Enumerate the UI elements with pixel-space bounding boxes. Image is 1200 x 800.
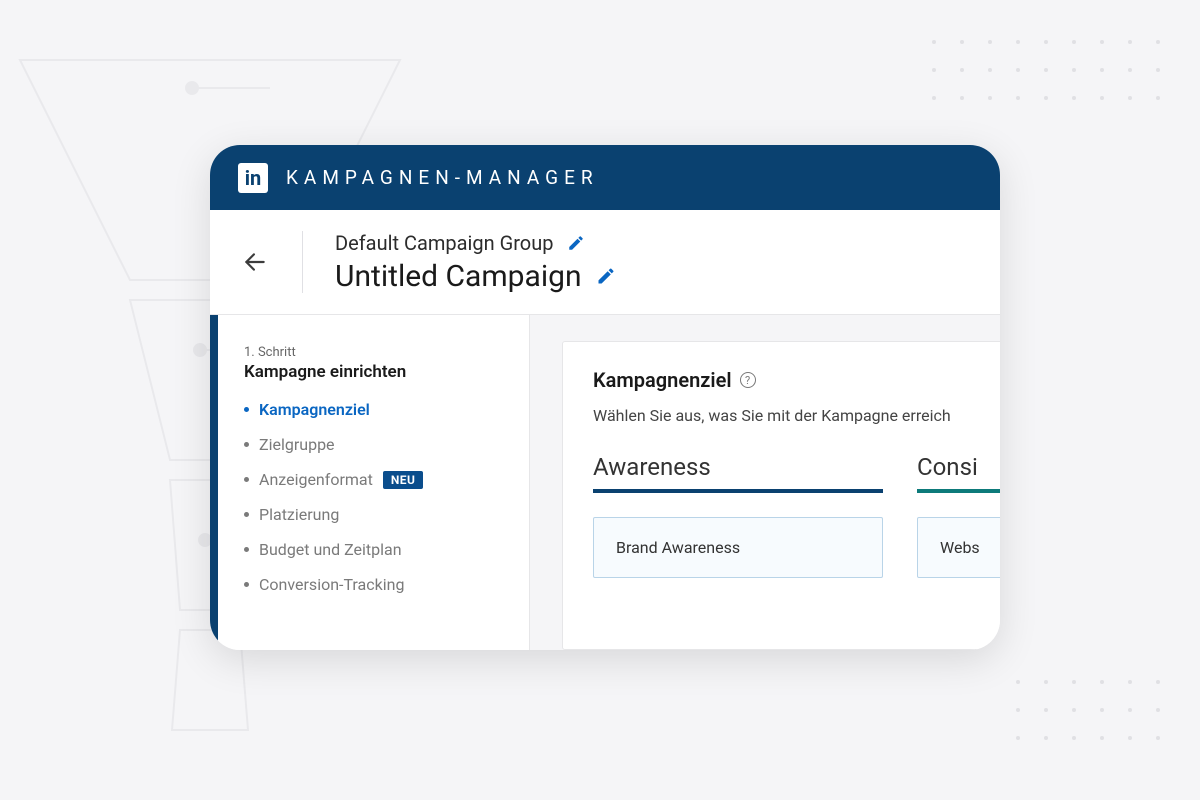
sidebar-item-zielgruppe[interactable]: Zielgruppe: [244, 435, 509, 454]
bullet-icon: [244, 547, 249, 552]
sidebar-item-platzierung[interactable]: Platzierung: [244, 505, 509, 524]
steps-sidebar: 1. Schritt Kampagne einrichten Kampagnen…: [218, 315, 530, 650]
edit-campaign-button[interactable]: [596, 266, 616, 286]
left-accent-strip: [210, 315, 218, 650]
objective-option-brand-awareness[interactable]: Brand Awareness: [593, 517, 883, 578]
sidebar-list: Kampagnenziel Zielgruppe Anzeigenformat …: [244, 400, 509, 594]
decorative-dots-bottom: [1016, 680, 1160, 740]
new-badge: NEU: [383, 471, 424, 489]
back-button[interactable]: [240, 247, 270, 277]
sidebar-item-kampagnenziel[interactable]: Kampagnenziel: [244, 400, 509, 419]
sidebar-item-budget[interactable]: Budget und Zeitplan: [244, 540, 509, 559]
arrow-left-icon: [242, 249, 268, 275]
bullet-icon: [244, 442, 249, 447]
main-content: Kampagnenziel ? Wählen Sie aus, was Sie …: [530, 315, 1000, 650]
sidebar-item-conversion[interactable]: Conversion-Tracking: [244, 575, 509, 594]
help-button[interactable]: ?: [740, 372, 756, 388]
sidebar-item-label: Kampagnenziel: [259, 400, 370, 419]
bullet-icon: [244, 582, 249, 587]
help-icon: ?: [745, 374, 750, 387]
linkedin-logo-icon: in: [238, 163, 268, 193]
campaign-name: Untitled Campaign: [335, 259, 582, 294]
sidebar-item-anzeigenformat[interactable]: Anzeigenformat NEU: [244, 470, 509, 489]
campaign-header: Default Campaign Group Untitled Campaign: [210, 210, 1000, 315]
sidebar-item-label: Zielgruppe: [259, 435, 335, 454]
objective-column-consideration: Consi Webs: [917, 453, 1000, 596]
panel-subtitle: Wählen Sie aus, was Sie mit der Kampagne…: [593, 406, 1000, 425]
bullet-icon: [244, 407, 249, 412]
app-title: KAMPAGNEN-MANAGER: [286, 166, 599, 189]
sidebar-item-label: Platzierung: [259, 505, 339, 524]
objective-column-awareness: Awareness Brand Awareness: [593, 453, 883, 596]
step-title: Kampagne einrichten: [244, 362, 509, 382]
header-divider: [302, 231, 303, 293]
campaign-group-name: Default Campaign Group: [335, 231, 553, 255]
step-counter: 1. Schritt: [244, 345, 509, 360]
column-heading: Awareness: [593, 453, 883, 493]
titlebar: in KAMPAGNEN-MANAGER: [210, 145, 1000, 210]
pencil-icon: [567, 234, 585, 252]
sidebar-item-label: Conversion-Tracking: [259, 575, 404, 594]
objective-option-website[interactable]: Webs: [917, 517, 1000, 578]
panel-heading: Kampagnenziel: [593, 368, 732, 392]
sidebar-item-label: Budget und Zeitplan: [259, 540, 402, 559]
sidebar-item-label: Anzeigenformat: [259, 470, 373, 489]
bullet-icon: [244, 477, 249, 482]
pencil-icon: [596, 266, 616, 286]
campaign-manager-window: in KAMPAGNEN-MANAGER Default Campaign Gr…: [210, 145, 1000, 650]
edit-group-button[interactable]: [567, 234, 585, 252]
objective-panel: Kampagnenziel ? Wählen Sie aus, was Sie …: [562, 341, 1000, 650]
bullet-icon: [244, 512, 249, 517]
column-heading: Consi: [917, 453, 1000, 493]
decorative-dots-top: [932, 40, 1160, 100]
